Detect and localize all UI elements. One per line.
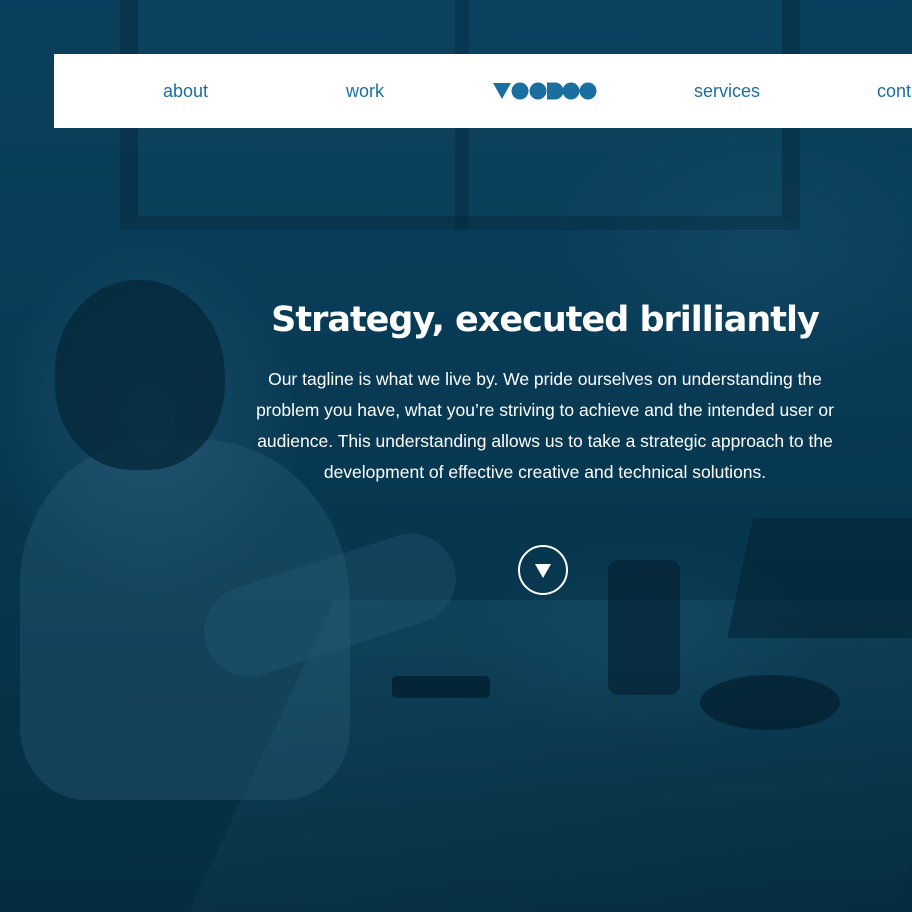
- scroll-down-button[interactable]: [518, 545, 568, 595]
- nav-link-services[interactable]: services: [694, 54, 760, 128]
- main-navbar: about work services contact: [54, 54, 912, 128]
- voodoo-logo-mark: [493, 82, 597, 100]
- hero-section: Strategy, executed brilliantly Our tagli…: [240, 296, 850, 488]
- nav-link-work[interactable]: work: [346, 54, 384, 128]
- nav-link-about[interactable]: about: [163, 54, 208, 128]
- nav-link-contact[interactable]: contact: [877, 54, 912, 128]
- hero-title: Strategy, executed brilliantly: [271, 300, 820, 340]
- voodoo-logo[interactable]: [493, 82, 597, 100]
- hero-description: Our tagline is what we live by. We pride…: [256, 369, 834, 482]
- chevron-down-icon: [535, 564, 551, 578]
